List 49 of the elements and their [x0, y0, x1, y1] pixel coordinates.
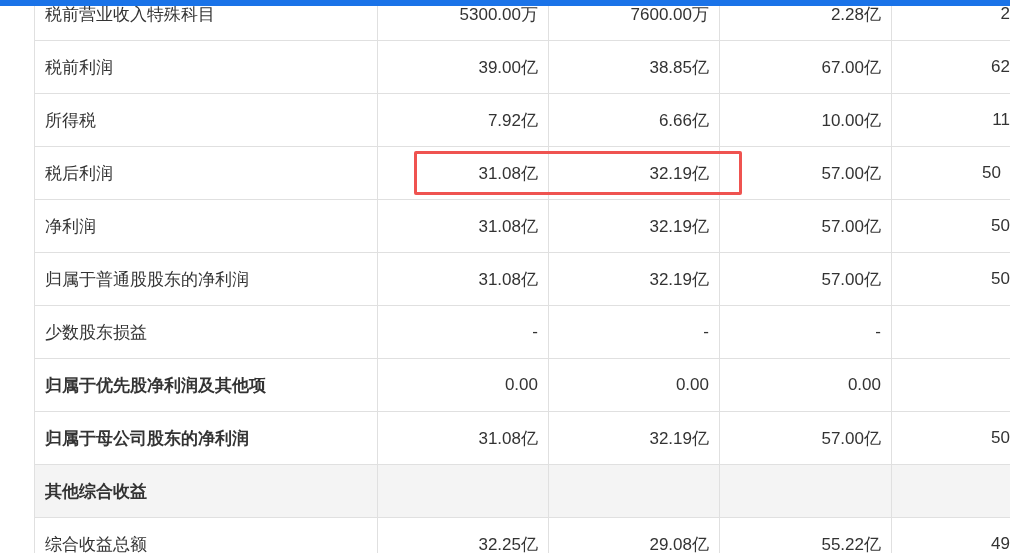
table-cell: 50: [991, 269, 1010, 289]
table-cell-text: 32.19亿: [649, 162, 709, 185]
table-cell: -: [532, 322, 538, 342]
table-cell-text: 31.08亿: [478, 162, 538, 185]
table-cell-text: 31.08亿: [478, 427, 538, 450]
table-cell-text: 10.00亿: [821, 109, 881, 132]
table-cell-text: 57.00亿: [821, 162, 881, 185]
table-cell-text: 55.22亿: [821, 533, 881, 553]
row-label: 归属于母公司股东的净利润: [45, 427, 249, 450]
table-cell-text: 32.19亿: [649, 215, 709, 238]
table-cell-text: 32.19亿: [649, 427, 709, 450]
table-cell: 0.00: [504, 375, 538, 395]
table-cell-text: 38.85亿: [649, 56, 709, 79]
table-cell: 49: [991, 534, 1010, 553]
row-label: 归属于普通股股东的净利润: [45, 268, 249, 291]
row-label: 综合收益总额: [45, 533, 147, 553]
row-label: 少数股东损益: [45, 321, 147, 344]
table-cell: 50: [991, 428, 1010, 448]
table-cell-text: 2.28亿: [830, 3, 881, 26]
table-cell-text: 31.08亿: [478, 268, 538, 291]
table-cell: 62: [991, 57, 1010, 77]
row-label: 净利润: [45, 215, 96, 238]
table-cell-text: 5300.00万: [459, 3, 538, 26]
row-label: 归属于优先股净利润及其他项: [45, 374, 266, 397]
table-cell: 2: [1000, 4, 1010, 24]
table-cell-text: 57.00亿: [821, 215, 881, 238]
table-cell-text: 7.92亿: [487, 109, 538, 132]
table-cell: -: [703, 322, 709, 342]
table-cell-text: 57.00亿: [821, 427, 881, 450]
table-cell-text: 29.08亿: [649, 533, 709, 553]
table-cell-text: 32.19亿: [649, 268, 709, 291]
table-cell-text: 32.25亿: [478, 533, 538, 553]
table-cell-text: 31.08亿: [478, 215, 538, 238]
table-cell-text: 67.00亿: [821, 56, 881, 79]
table-cell: 50: [982, 163, 1001, 183]
row-label: 所得税: [45, 109, 96, 132]
table-cell: 0.00: [675, 375, 709, 395]
row-label: 税后利润: [45, 162, 113, 185]
table-cell: 50: [991, 216, 1010, 236]
table-cell-text: 57.00亿: [821, 268, 881, 291]
table-cell: 0.00: [847, 375, 881, 395]
table-cell-text: 39.00亿: [478, 56, 538, 79]
row-label: 其他综合收益: [45, 480, 147, 503]
table-cell: -: [875, 322, 881, 342]
table-cell-text: 7600.00万: [630, 3, 709, 26]
table-cell-text: 6.66亿: [658, 109, 709, 132]
row-label: 税前利润: [45, 56, 113, 79]
table-cell: 11: [992, 110, 1010, 130]
row-label: 税前营业收入特殊科目: [45, 3, 215, 26]
